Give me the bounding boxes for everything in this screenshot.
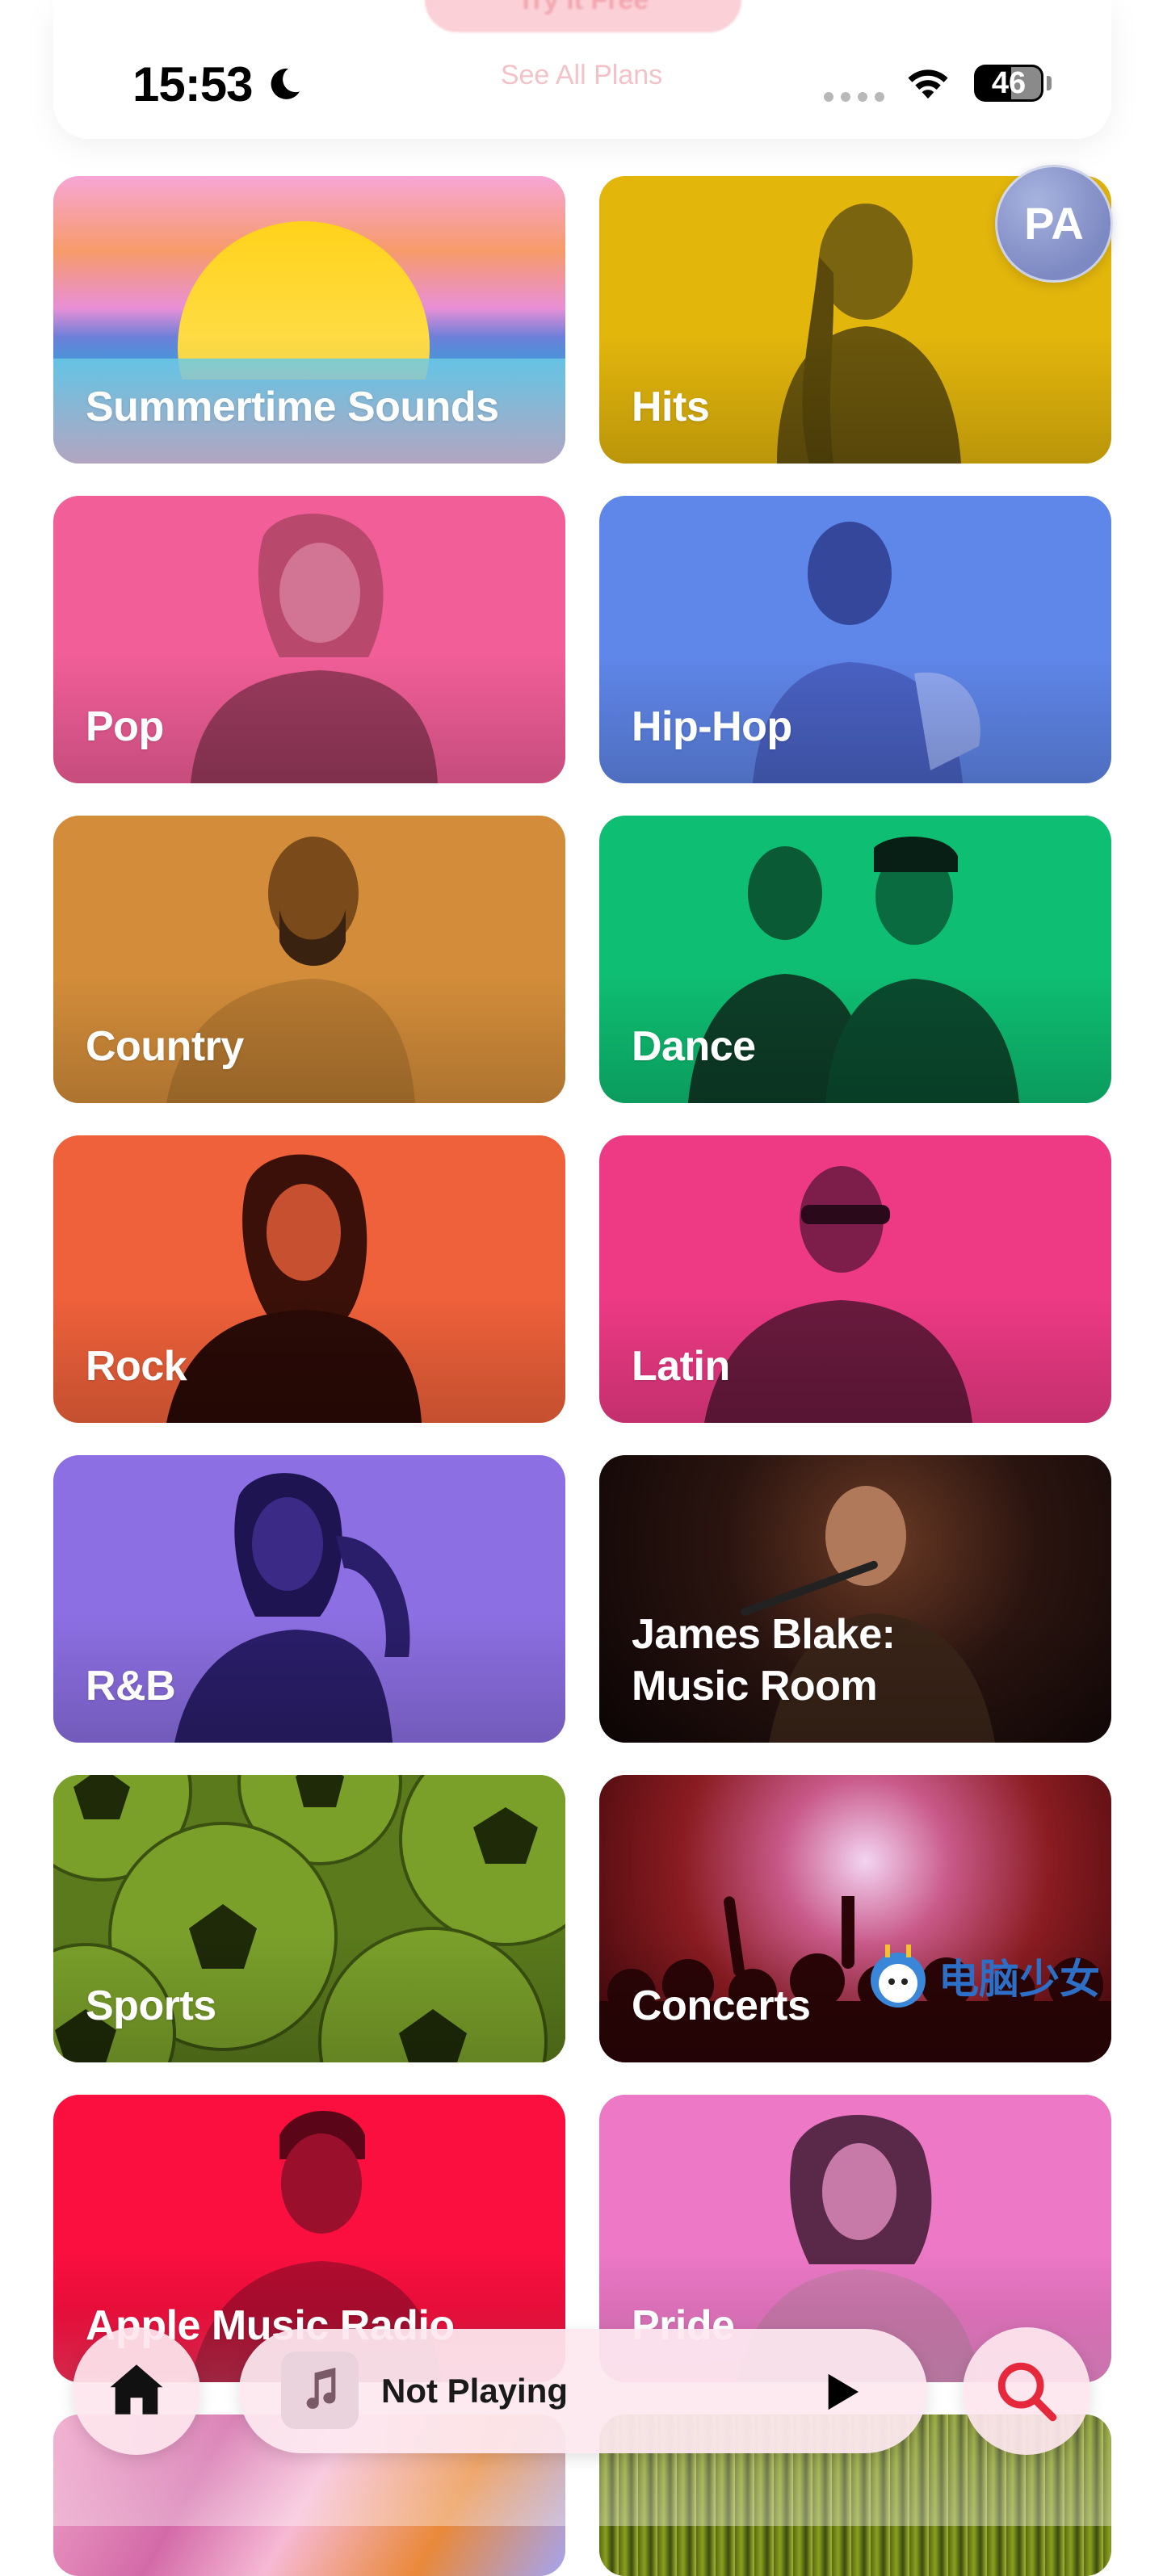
category-tile-james-blake-music-room[interactable]: James Blake: Music Room: [599, 1455, 1111, 1743]
category-label: James Blake: Music Room: [632, 1611, 896, 1710]
music-note-icon: [306, 2368, 336, 2409]
category-label: Hip-Hop: [632, 703, 792, 750]
category-label: Country: [86, 1023, 244, 1070]
category-tile-latin[interactable]: Latin: [599, 1135, 1111, 1423]
play-icon[interactable]: [819, 2369, 864, 2414]
category-tile-sports[interactable]: Sports: [53, 1775, 565, 2062]
svg-text:电脑少女: 电脑少女: [938, 1956, 1100, 2003]
category-label: Hits: [632, 384, 710, 430]
mini-player[interactable]: Not Playing: [239, 2329, 927, 2453]
category-label: Pop: [86, 703, 164, 750]
category-tile-hip-hop[interactable]: Hip-Hop: [599, 496, 1111, 783]
category-tile-country[interactable]: Country: [53, 816, 565, 1103]
battery-indicator: 46: [974, 65, 1052, 102]
search-tab-button[interactable]: [963, 2327, 1090, 2455]
category-tile-summertime-sounds[interactable]: Summertime Sounds: [53, 176, 565, 464]
category-tile-rnb[interactable]: R&B: [53, 1455, 565, 1743]
try-it-free-button[interactable]: Try It Free: [425, 0, 741, 32]
now-playing-artwork: [281, 2352, 359, 2429]
category-tile-rock[interactable]: Rock: [53, 1135, 565, 1423]
moon-icon: [271, 68, 300, 99]
account-avatar[interactable]: PA: [995, 165, 1113, 283]
now-playing-title: Not Playing: [381, 2372, 569, 2410]
search-icon: [997, 2362, 1057, 2422]
status-time: 15:53: [132, 57, 253, 111]
category-tile-dance[interactable]: Dance: [599, 816, 1111, 1103]
home-icon: [110, 2364, 163, 2414]
home-tab-button[interactable]: [73, 2327, 200, 2455]
category-label: R&B: [86, 1663, 176, 1710]
category-label: Sports: [86, 1982, 216, 2029]
cellular-signal-icon: [824, 92, 884, 102]
category-label: Dance: [632, 1023, 756, 1070]
category-label: Concerts: [632, 1982, 811, 2029]
category-tile-pop[interactable]: Pop: [53, 496, 565, 783]
wifi-icon: [908, 69, 948, 99]
category-label: Rock: [86, 1343, 187, 1390]
category-tile-concerts[interactable]: Concerts: [599, 1775, 1111, 2062]
category-label: Latin: [632, 1343, 730, 1390]
category-label: Summertime Sounds: [86, 384, 499, 430]
watermark-logo: 电脑少女: [871, 1945, 1100, 2008]
